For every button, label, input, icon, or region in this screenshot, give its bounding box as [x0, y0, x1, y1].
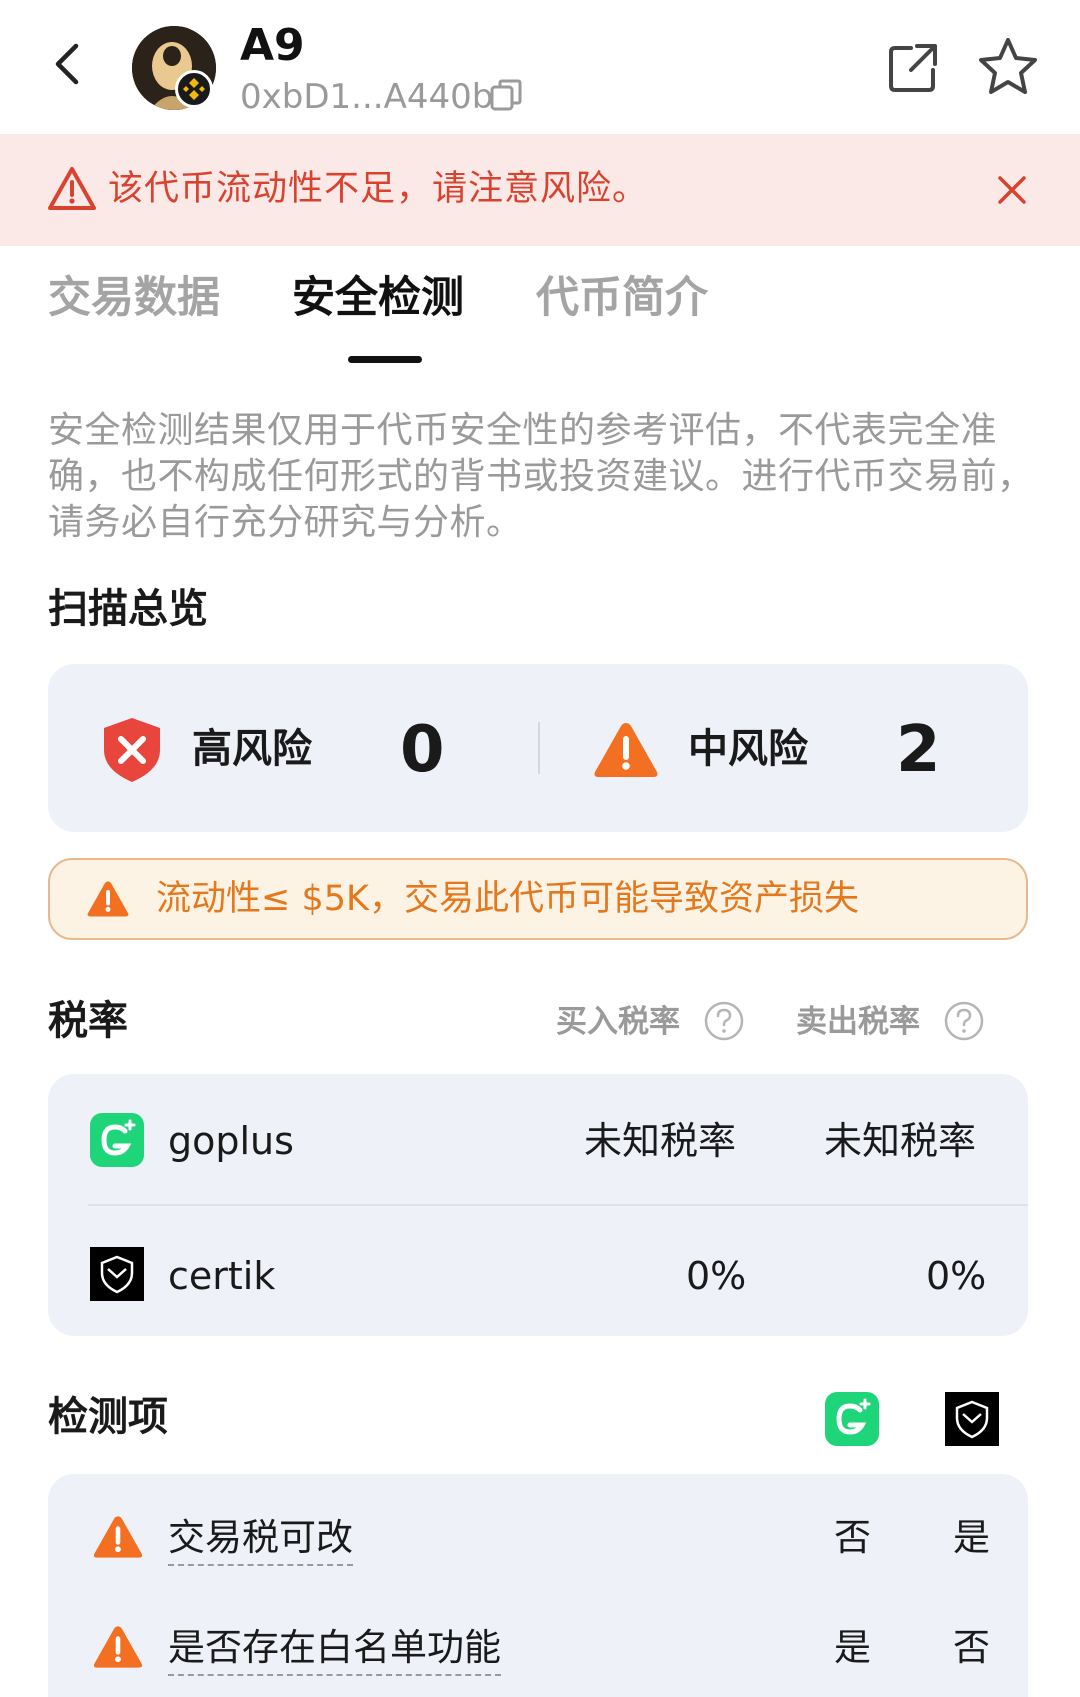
high-risk-count: 0: [400, 713, 445, 787]
certik-buy-tax: 0%: [686, 1254, 747, 1298]
warning-icon: [592, 720, 660, 780]
back-arrow-icon[interactable]: [44, 40, 92, 88]
tab-security-check[interactable]: 安全检测: [292, 270, 464, 326]
tax-provider-goplus: goplus: [168, 1119, 294, 1163]
certik-logo-icon: [945, 1392, 999, 1446]
goplus-logo-icon: [825, 1392, 879, 1446]
detection-item-label[interactable]: 交易税可改: [168, 1514, 353, 1566]
goplus-buy-tax: 未知税率: [584, 1119, 737, 1163]
high-risk-label: 高风险: [192, 726, 312, 772]
medium-risk-count: 2: [896, 713, 941, 787]
copy-icon[interactable]: [489, 78, 523, 112]
close-icon[interactable]: [994, 172, 1030, 208]
warning-icon: [86, 879, 130, 919]
overview-divider: [538, 722, 540, 774]
detection-goplus-result: 否: [834, 1516, 871, 1559]
token-name: A9: [240, 20, 305, 71]
tax-provider-certik: certik: [168, 1254, 276, 1298]
tax-title: 税率: [48, 998, 128, 1044]
detection-certik-result: 是: [953, 1516, 990, 1559]
goplus-sell-tax: 未知税率: [824, 1119, 977, 1163]
detection-title: 检测项: [48, 1394, 168, 1440]
liquidity-warning-text: 流动性≤ $5K，交易此代币可能导致资产损失: [156, 879, 859, 919]
detection-certik-result: 否: [953, 1626, 990, 1669]
warning-icon: [92, 1514, 144, 1562]
detection-goplus-result: 是: [834, 1626, 871, 1669]
medium-risk-label: 中风险: [688, 726, 808, 772]
warning-icon: [48, 166, 96, 212]
detection-item-label[interactable]: 是否存在白名单功能: [168, 1624, 501, 1676]
active-tab-indicator: [348, 356, 422, 363]
token-address: 0xbD1...A440b: [240, 77, 494, 117]
tab-token-intro[interactable]: 代币简介: [536, 270, 708, 326]
warning-icon: [92, 1624, 144, 1672]
shield-x-icon: [100, 716, 164, 784]
certik-logo-icon: [90, 1247, 144, 1301]
goplus-logo-icon: [90, 1113, 144, 1167]
share-icon[interactable]: [885, 40, 941, 96]
help-icon[interactable]: [703, 1000, 745, 1042]
bnb-chain-badge-icon: [175, 70, 213, 108]
certik-sell-tax: 0%: [926, 1254, 987, 1298]
buy-tax-header: 买入税率: [556, 1004, 680, 1040]
tab-trading-data[interactable]: 交易数据: [48, 270, 220, 326]
help-icon[interactable]: [943, 1000, 985, 1042]
star-icon[interactable]: [976, 36, 1040, 98]
sell-tax-header: 卖出税率: [796, 1004, 920, 1040]
scan-overview-title: 扫描总览: [48, 586, 208, 632]
alert-banner-text: 该代币流动性不足，请注意风险。: [108, 169, 649, 209]
security-disclaimer: 安全检测结果仅用于代币安全性的参考评估，不代表完全准确，也不构成任何形式的背书或…: [48, 410, 1034, 543]
tax-row-divider: [88, 1204, 1028, 1206]
